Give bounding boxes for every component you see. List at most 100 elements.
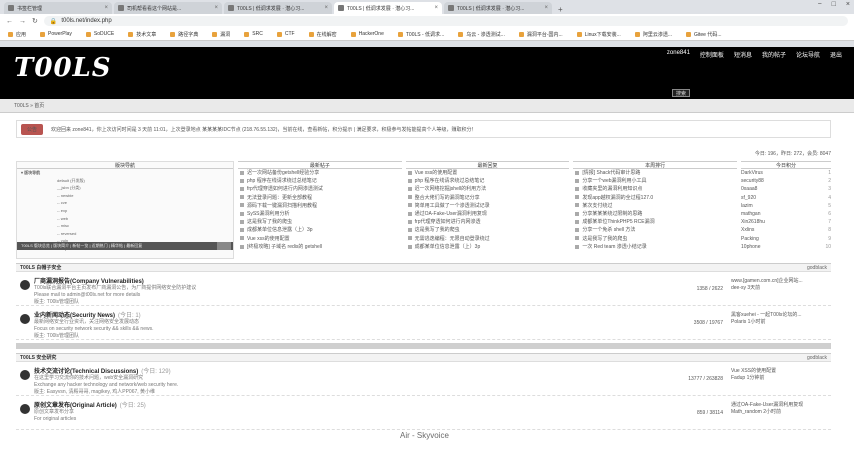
rank-item[interactable]: Xin2618hu 7	[741, 218, 831, 226]
new-post-item[interactable]: 成都某单位信息泄露（上）3p	[238, 226, 402, 234]
forum-row[interactable]: 技术交流讨论(Technical Discussions) (今日: 129) 在这…	[16, 362, 831, 396]
week-item[interactable]: 收藏夹里的漏洞利用知识点	[573, 185, 737, 193]
tree-item[interactable]: -- cve	[17, 199, 233, 207]
bookmark-item[interactable]: Linux下载安装...	[576, 31, 621, 38]
bookmark-item[interactable]: CTF	[276, 31, 295, 37]
section-moderator[interactable]: godblack	[807, 265, 827, 271]
reply-item[interactable]: 简单用工具做了一个渗透测试记录	[406, 202, 570, 210]
user-nav-link[interactable]: zone841	[667, 50, 690, 59]
tree-bar[interactable]: T00LS 版块总览 | 版块简介 | 新帖一览 | 近期热门 | 精华帖 | …	[17, 242, 233, 250]
new-post-item[interactable]: php 程序在线请求绕过总结笔记	[238, 177, 402, 185]
forum-row[interactable]: 原创文章发布(Original Article) (今日: 25) 原创文章发布分享…	[16, 396, 831, 430]
close-tab-icon[interactable]: ×	[104, 5, 108, 11]
minimize-button[interactable]: −	[818, 1, 822, 8]
forum-row[interactable]: 业内新闻动态(Security News) (今日: 1) 最新网络安全行业资讯，关…	[16, 306, 831, 340]
url-field[interactable]: 🔒 t00ls.net/index.php	[43, 16, 848, 26]
browser-tab[interactable]: T00LS | 低调求发展 · 潜心习... ×	[334, 2, 442, 14]
reply-item[interactable]: frp代理穿透如何进行内网渗透	[406, 218, 570, 226]
forum-row[interactable]: 厂商漏洞报告(Company Vulnerabilities) T00ls联合漏洞…	[16, 272, 831, 306]
forum-title[interactable]: 技术交流讨论(Technical Discussions) (今日: 129)	[34, 366, 671, 375]
new-post-item[interactable]: 无法登录问题：更新全部教程	[238, 194, 402, 202]
week-item[interactable]: 分享某某某绕过限制的思路	[573, 210, 737, 218]
reload-button[interactable]: ↻	[32, 17, 38, 25]
bookmark-item[interactable]: 应用	[8, 31, 26, 38]
bookmark-item[interactable]: 在线解密	[308, 31, 337, 38]
new-post-item[interactable]: SySS漏洞利用分析	[238, 210, 402, 218]
reply-item[interactable]: 迟一次网络挖掘jshell的利用方法	[406, 185, 570, 193]
user-nav-link[interactable]: 论坛导航	[796, 50, 820, 59]
forum-last-post[interactable]: Vue XSS的使用配置 Fadup 1分钟前	[731, 362, 831, 395]
rank-item[interactable]: 0xaaa8 3	[741, 185, 831, 193]
new-tab-button[interactable]: +	[554, 5, 567, 14]
close-tab-icon[interactable]: ×	[434, 5, 438, 11]
bookmark-item[interactable]: HackerOne	[350, 31, 384, 37]
tree-item[interactable]: -- exp	[17, 207, 233, 215]
week-item[interactable]: 一次 Red team 渗透小结记录	[573, 243, 737, 251]
reply-item[interactable]: 成都某单位信息泄露（上）3p	[406, 243, 570, 251]
forum-title[interactable]: 原创文章发布(Original Article) (今日: 25)	[34, 400, 671, 409]
reply-item[interactable]: 无需逃逸编程：无限自动登录绕过	[406, 235, 570, 243]
tree-item[interactable]: __jsbn (分类)	[17, 184, 233, 192]
rank-item[interactable]: security88 2	[741, 177, 831, 185]
week-item[interactable]: 这是我写了我的爬虫	[573, 235, 737, 243]
rank-item[interactable]: DarkVirus 1	[741, 169, 831, 177]
user-nav-link[interactable]: 我的帖子	[762, 50, 786, 59]
bookmark-item[interactable]: 乌云 - 渗透测试...	[458, 31, 505, 38]
browser-tab[interactable]: T00LS | 低调求发展 · 潜心习... ×	[224, 2, 332, 14]
bookmark-item[interactable]: SoDUCE	[85, 31, 114, 37]
breadcrumb[interactable]: T00LS » 首页	[0, 99, 854, 113]
bookmark-item[interactable]: Gitee 代码...	[685, 31, 722, 38]
week-item[interactable]: 分享一个web漏洞利用小工具	[573, 177, 737, 185]
reply-item[interactable]: php 程序在线请求绕过总结笔记	[406, 177, 570, 185]
reply-item[interactable]: 整合大佬们写的漏洞笔记分享	[406, 194, 570, 202]
forum-last-post[interactable]: 通过OA-Fake-User漏洞利用复现 Math_random 2小时前	[731, 396, 831, 429]
bookmark-item[interactable]: 技术文章	[128, 31, 156, 38]
new-post-item[interactable]: 迟一次网站备份getshell经验分享	[238, 169, 402, 177]
reply-item[interactable]: 这是我写了我的爬虫	[406, 226, 570, 234]
rank-item[interactable]: mathgan 6	[741, 210, 831, 218]
section-header[interactable]: T00LS 白帽子安全 godblack	[16, 263, 831, 272]
user-nav-link[interactable]: 短消息	[734, 50, 752, 59]
section-header[interactable]: T00LS 安全研究 godblack	[16, 353, 831, 362]
notice-button[interactable]: 公告	[21, 123, 44, 135]
bookmark-item[interactable]: T00LS - 低调求...	[397, 31, 444, 38]
tree-item[interactable]: -- misc	[17, 222, 233, 230]
week-item[interactable]: [情报] Shack代码审计思路	[573, 169, 737, 177]
close-window-button[interactable]: ×	[846, 1, 850, 8]
maximize-button[interactable]: □	[832, 1, 836, 8]
rank-item[interactable]: Xxlins 8	[741, 226, 831, 234]
week-item[interactable]: 成都某单位ThinkPHP5 RCE漏洞	[573, 218, 737, 226]
bookmark-item[interactable]: 漏洞平台-国内...	[518, 31, 563, 38]
browser-tab[interactable]: 书签栏管理 ×	[4, 2, 112, 14]
forum-title[interactable]: 业内新闻动态(Security News) (今日: 1)	[34, 310, 671, 319]
rank-item[interactable]: lazim 5	[741, 202, 831, 210]
tree-item[interactable]: -- web	[17, 215, 233, 223]
bookmark-item[interactable]: SRC	[244, 31, 263, 37]
new-post-item[interactable]: frp代理穿透如何进行内网渗透测试	[238, 185, 402, 193]
rank-item[interactable]: 10phone 10	[741, 243, 831, 251]
bookmark-item[interactable]: 漏洞	[212, 31, 230, 38]
tree-item[interactable]: -- newbie	[17, 192, 233, 200]
forum-last-post[interactable]: www.[gamen.com.cn]企业网站... dee-sy 3天前	[731, 272, 831, 305]
reply-item[interactable]: Vue xss的使用配置	[406, 169, 570, 177]
browser-tab[interactable]: 司机帮看看这个网站是... ×	[114, 2, 222, 14]
close-tab-icon[interactable]: ×	[324, 5, 328, 11]
user-nav-link[interactable]: 退出	[830, 50, 842, 59]
section-moderator[interactable]: godblack	[807, 355, 827, 361]
rank-item[interactable]: Packing 9	[741, 235, 831, 243]
browser-tab[interactable]: T00LS | 低调求发展 · 潜心习... ×	[444, 2, 552, 14]
week-item[interactable]: 某次支付绕过	[573, 202, 737, 210]
tree-item[interactable]: ▾ 版块导航	[17, 169, 233, 177]
tree-bar-button[interactable]	[217, 242, 231, 250]
header-button[interactable]: 搜索	[672, 89, 690, 97]
bookmark-item[interactable]: 阿里云渗透...	[634, 31, 672, 38]
close-tab-icon[interactable]: ×	[544, 5, 548, 11]
new-post-item[interactable]: 这是我写了我的爬虫	[238, 218, 402, 226]
new-post-item[interactable]: Vue xss的使用配置	[238, 235, 402, 243]
week-item[interactable]: 发现app越权漏洞的全过程127.0	[573, 194, 737, 202]
close-tab-icon[interactable]: ×	[214, 5, 218, 11]
last-post-title[interactable]: 通过OA-Fake-User漏洞利用复现	[731, 402, 831, 409]
back-button[interactable]: ←	[6, 18, 13, 25]
site-logo[interactable]: T00LS	[14, 53, 112, 83]
tree-item[interactable]: default (开发版)	[17, 177, 233, 185]
